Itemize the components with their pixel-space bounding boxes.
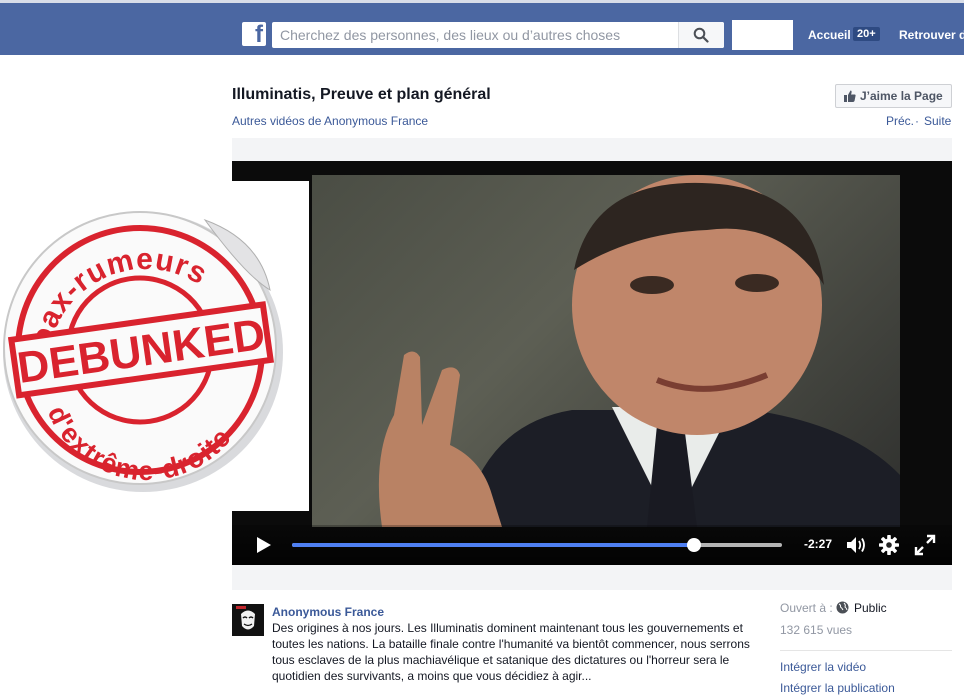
volume-icon[interactable] — [846, 535, 868, 555]
facebook-logo-icon[interactable]: f — [242, 21, 266, 48]
anonymous-mask-icon — [232, 604, 264, 636]
search-button[interactable] — [678, 22, 724, 48]
speaker-figure-image — [378, 175, 900, 527]
video-frame[interactable] — [312, 175, 900, 527]
embed-post-link[interactable]: Intégrer la publication — [780, 681, 895, 695]
thumbs-up-icon — [844, 90, 856, 102]
progress-bar[interactable] — [292, 538, 782, 552]
fullscreen-icon[interactable] — [914, 534, 936, 556]
home-notification-badge: 20+ — [853, 27, 880, 41]
debunked-stamp-sticker: Hoax-rumeurs d'extrême-droite DEBUNKED — [3, 211, 283, 500]
settings-gear-icon[interactable] — [879, 535, 899, 555]
video-title: Illuminatis, Preuve et plan général — [232, 86, 491, 103]
like-page-button[interactable]: J’aime la Page — [835, 84, 952, 108]
privacy-value: Public — [854, 601, 887, 615]
progress-knob[interactable] — [686, 538, 701, 552]
player-controls: -2:27 — [232, 525, 952, 565]
nav-find-friends-link[interactable]: Retrouver d — [899, 28, 964, 42]
time-remaining: -2:27 — [804, 537, 833, 551]
post-description: Des origines à nos jours. Les Illuminati… — [272, 621, 750, 683]
globe-icon — [836, 601, 849, 614]
play-icon[interactable] — [256, 536, 272, 554]
video-player[interactable]: -2:27 — [232, 161, 952, 565]
nav-home-link[interactable]: Accueil — [808, 28, 851, 42]
privacy-label: Ouvert à : — [780, 601, 833, 615]
sidebar-divider — [780, 650, 952, 651]
profile-avatar[interactable] — [732, 20, 793, 50]
search-icon — [693, 27, 709, 43]
search-placeholder: Cherchez des personnes, des lieux ou d’a… — [280, 27, 621, 43]
search-input[interactable]: Cherchez des personnes, des lieux ou d’a… — [272, 22, 724, 48]
view-count: 132 615 vues — [780, 623, 853, 637]
more-videos-link[interactable]: Autres vidéos de Anonymous France — [232, 114, 428, 128]
embed-video-link[interactable]: Intégrer la vidéo — [780, 660, 866, 674]
top-navigation-bar: f Cherchez des personnes, des lieux ou d… — [0, 0, 964, 55]
post-author-link[interactable]: Anonymous France — [272, 605, 384, 619]
channel-avatar[interactable] — [232, 604, 264, 636]
next-link[interactable]: Suite — [924, 114, 951, 128]
progress-fill — [292, 543, 694, 547]
previous-link[interactable]: Préc. — [886, 114, 914, 128]
nav-separator: · — [915, 114, 919, 128]
